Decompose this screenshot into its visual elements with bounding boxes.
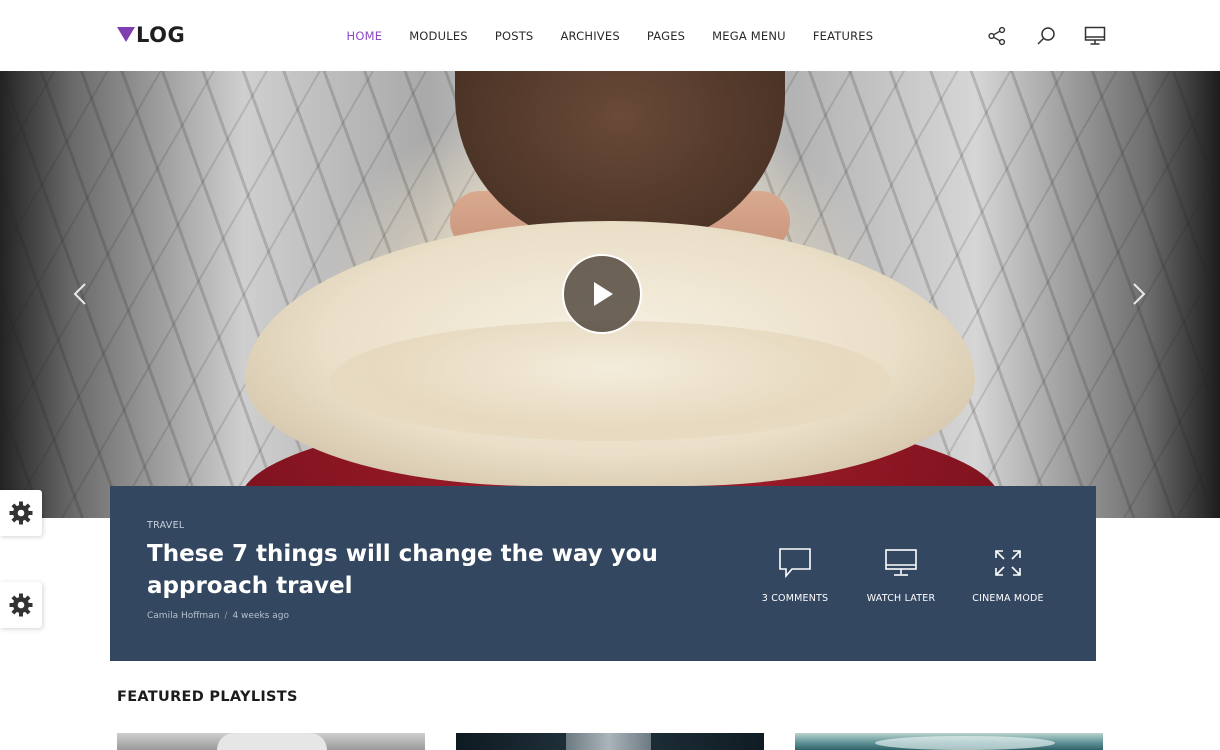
gear-icon: [9, 593, 33, 617]
post-info-panel: TRAVEL These 7 things will change the wa…: [110, 486, 1096, 661]
thumbnail-subject: [217, 733, 327, 750]
cinema-mode-button[interactable]: CINEMA MODE: [958, 546, 1058, 604]
hero-video-slide[interactable]: [0, 71, 1220, 518]
playlist-thumbnail[interactable]: [795, 733, 1103, 750]
thumbnail-subject: [566, 733, 651, 750]
featured-playlists-heading: FEATURED PLAYLISTS: [117, 689, 298, 705]
slider-prev-button[interactable]: [68, 279, 92, 309]
play-button[interactable]: [562, 254, 642, 334]
main-nav: HOME MODULES POSTS ARCHIVES PAGES MEGA M…: [333, 0, 887, 71]
nav-posts[interactable]: POSTS: [481, 29, 547, 43]
expand-icon: [994, 546, 1022, 580]
watch-later-label: WATCH LATER: [866, 593, 936, 604]
search-icon[interactable]: [1034, 24, 1058, 48]
nav-features[interactable]: FEATURES: [799, 29, 886, 43]
post-title[interactable]: These 7 things will change the way you a…: [147, 538, 667, 602]
nav-modules[interactable]: MODULES: [396, 29, 482, 43]
site-header: LOG HOME MODULES POSTS ARCHIVES PAGES ME…: [0, 0, 1220, 71]
slider-next-button[interactable]: [1127, 279, 1151, 309]
site-logo[interactable]: LOG: [117, 22, 185, 48]
watch-later-monitor-icon: [884, 546, 918, 580]
watch-later-button[interactable]: WATCH LATER: [851, 546, 951, 604]
play-icon: [594, 282, 613, 306]
meta-separator: /: [224, 611, 228, 621]
post-category[interactable]: TRAVEL: [147, 520, 185, 531]
cinema-mode-label: CINEMA MODE: [972, 593, 1044, 604]
share-icon[interactable]: [985, 24, 1009, 48]
post-author[interactable]: Camila Hoffman: [147, 611, 219, 621]
thumbnail-subject: [875, 736, 1055, 750]
post-meta: Camila Hoffman / 4 weeks ago: [147, 611, 289, 621]
logo-text: LOG: [136, 23, 186, 47]
chevron-left-icon: [73, 283, 86, 305]
gear-icon: [9, 501, 33, 525]
monitor-icon[interactable]: [1083, 24, 1107, 48]
hero-figure-fur-lower: [330, 321, 890, 441]
logo-mark-icon: [117, 27, 135, 42]
comment-icon: [778, 546, 812, 580]
settings-tab-1[interactable]: [0, 490, 42, 536]
chevron-right-icon: [1133, 283, 1146, 305]
comments-label: 3 COMMENTS: [761, 593, 829, 604]
comments-button[interactable]: 3 COMMENTS: [745, 546, 845, 604]
post-time: 4 weeks ago: [232, 611, 289, 621]
nav-mega-menu[interactable]: MEGA MENU: [699, 29, 800, 43]
nav-home[interactable]: HOME: [333, 29, 396, 43]
playlist-thumbnail[interactable]: [117, 733, 425, 750]
nav-archives[interactable]: ARCHIVES: [547, 29, 633, 43]
nav-pages[interactable]: PAGES: [633, 29, 698, 43]
playlist-thumbnail[interactable]: [456, 733, 764, 750]
settings-tab-2[interactable]: [0, 582, 42, 628]
